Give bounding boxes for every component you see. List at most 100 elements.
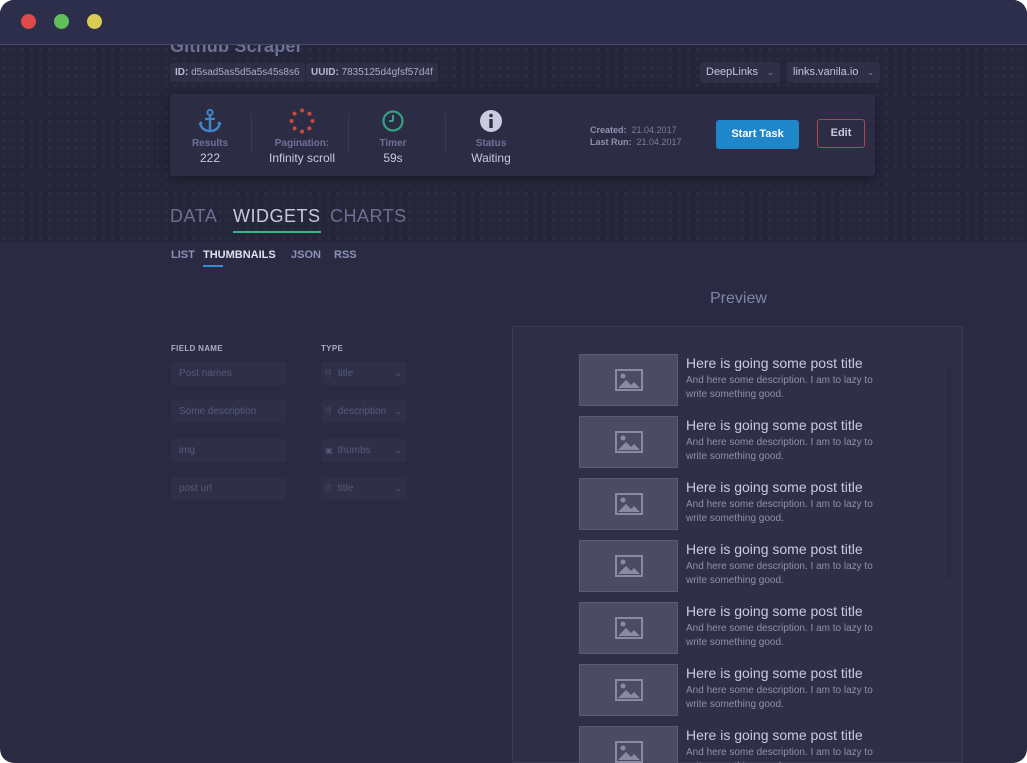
image-icon [614,493,643,515]
tab-charts[interactable]: CHARTS [330,206,407,227]
title-bar [0,0,1027,45]
preview-title: Preview [710,290,767,307]
post-title: Here is going some post title [686,355,863,371]
thumbnail-placeholder [579,416,678,468]
image-icon [614,555,643,577]
type-select[interactable]: 🗎 title ⌄ [321,362,407,385]
anchor-icon [160,108,260,134]
start-task-button[interactable]: Start Task [716,120,799,149]
image-icon: ▣ [325,446,333,455]
task-id-value: d5sad5as5d5a5s45s8s6 [191,67,300,78]
preview-card[interactable]: Here is going some post title And here s… [579,726,879,763]
run-dates: Created: 21.04.2017 Last Run: 21.04.2017 [590,124,682,148]
task-id-label: ID: [175,67,189,78]
post-description: And here some description. I am to lazy … [686,623,873,648]
tab-data-label: DATA [170,206,218,226]
stat-timer-value: 59s [383,151,403,165]
last-run-label: Last Run: [590,137,632,147]
domain-dropdown-value: links.vanila.io [793,66,859,78]
active-tab-underline [233,231,321,233]
post-title: Here is going some post title [686,417,863,433]
edit-button[interactable]: Edit [817,119,865,148]
active-subtab-underline [203,265,223,267]
type-header: TYPE [321,344,344,353]
maximize-window-button[interactable] [87,14,102,29]
thumbnail-placeholder [579,726,678,763]
stats-card: Results 222 Pagination: Infinity scroll [170,94,875,176]
chevron-down-icon: ⌄ [394,445,402,455]
domain-dropdown[interactable]: links.vanila.io ⌄ [787,62,881,83]
image-icon [614,431,643,453]
app-window: Github Scraper ID: d5sad5as5d5a5s45s8s6 … [0,0,1027,763]
tab-widgets[interactable]: WIDGETS [233,206,321,233]
type-select[interactable]: ▣ thumbs ⌄ [321,439,407,462]
close-window-button[interactable] [21,14,36,29]
chevron-down-icon: ⌄ [394,368,402,378]
chevron-down-icon: ⌄ [866,67,875,77]
field-name-input[interactable]: post url [171,477,286,500]
subtab-json-label: JSON [291,249,321,261]
type-select-value: title [337,368,354,379]
type-select-value: thumbs [337,445,371,456]
stat-status-value: Waiting [471,151,511,165]
preview-card[interactable]: Here is going some post title And here s… [579,478,879,532]
subtab-rss[interactable]: RSS [334,249,357,261]
thumbnail-placeholder [579,354,678,406]
subtab-list[interactable]: LIST [171,249,195,261]
image-icon [614,369,643,391]
chevron-down-icon: ⌄ [766,67,774,77]
stat-pagination-label: Pagination: [274,138,330,149]
subtab-json[interactable]: JSON [291,249,321,261]
chevron-down-icon: ⌄ [394,406,402,416]
stat-results-value: 222 [199,151,221,165]
document-icon: 🗎 [325,407,332,416]
post-description: And here some description. I am to lazy … [686,499,873,524]
preview-card[interactable]: Here is going some post title And here s… [579,540,879,594]
subtab-rss-label: RSS [334,249,357,261]
tab-widgets-label: WIDGETS [233,206,321,226]
stat-results: Results 222 [160,108,260,165]
deeplinks-dropdown[interactable]: DeepLinks ⌄ [700,62,780,83]
document-icon: 🗎 [325,484,332,493]
scrollbar[interactable] [947,367,951,579]
field-name-input[interactable]: img [171,439,286,462]
uuid-chip: UUID: 7835125d4gfsf57d4f [306,63,438,82]
preview-panel[interactable]: Here is going some post title And here s… [512,326,963,763]
preview-card[interactable]: Here is going some post title And here s… [579,602,879,656]
post-description: And here some description. I am to lazy … [686,747,873,763]
image-icon [614,617,643,639]
loading-dots-icon [252,108,352,134]
type-select[interactable]: 🗎 title ⌄ [321,477,407,500]
stat-results-label: Results [191,138,229,149]
subtab-thumbnails[interactable]: THUMBNAILS [203,249,276,267]
field-name-input[interactable]: Some description [171,400,286,423]
image-icon [614,741,643,763]
type-select[interactable]: 🗎 description ⌄ [321,400,407,423]
clock-icon [343,108,443,134]
created-value: 21.04.2017 [631,125,677,135]
task-id-chip: ID: d5sad5as5d5a5s45s8s6 [170,63,305,82]
post-description: And here some description. I am to lazy … [686,437,873,462]
stat-pagination-value: Infinity scroll [268,151,336,165]
thumbnail-placeholder [579,478,678,530]
type-select-value: title [337,483,354,494]
stat-pagination: Pagination: Infinity scroll [252,108,352,165]
post-title: Here is going some post title [686,665,863,681]
tab-data[interactable]: DATA [170,206,217,227]
preview-card[interactable]: Here is going some post title And here s… [579,664,879,718]
uuid-label: UUID: [311,67,339,78]
subtab-list-label: LIST [171,249,195,261]
document-icon: 🗎 [325,369,332,378]
stat-status: Status Waiting [441,108,541,165]
field-name-input[interactable]: Post names [171,362,286,385]
preview-card[interactable]: Here is going some post title And here s… [579,354,879,408]
minimize-window-button[interactable] [54,14,69,29]
stat-timer: Timer 59s [343,108,443,165]
last-run-value: 21.04.2017 [636,137,682,147]
preview-card[interactable]: Here is going some post title And here s… [579,416,879,470]
field-name-header: FIELD NAME [171,344,223,353]
thumbnail-placeholder [579,602,678,654]
type-select-value: description [337,406,387,417]
thumbnail-placeholder [579,664,678,716]
post-title: Here is going some post title [686,479,863,495]
